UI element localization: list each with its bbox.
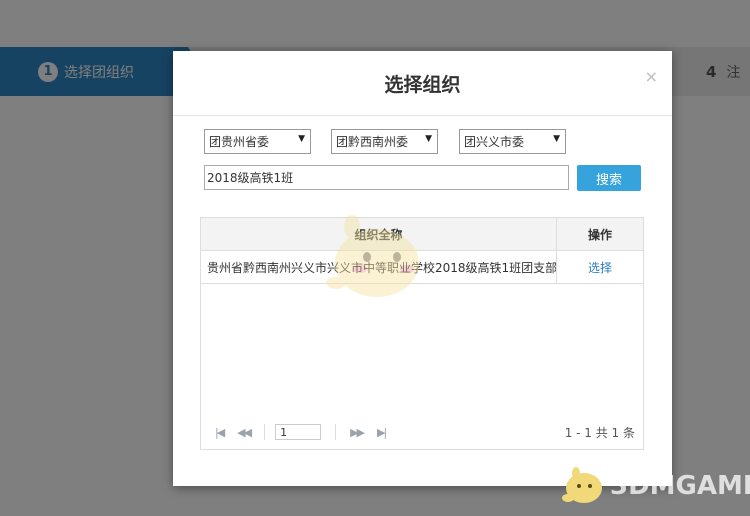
pager-divider [264, 424, 266, 440]
province-select-value: 团贵州省委 [209, 135, 270, 149]
mascot-logo-icon [562, 467, 602, 503]
search-button[interactable]: 搜索 [577, 165, 641, 191]
select-link[interactable]: 选择 [557, 251, 643, 283]
prefecture-select[interactable]: 团黔西南州委 ▼ [331, 129, 438, 154]
dialog-title: 选择组织 [384, 73, 461, 96]
close-icon[interactable]: × [645, 67, 658, 86]
province-select[interactable]: 团贵州省委 ▼ [204, 129, 311, 154]
dialog-header: 选择组织 × [173, 51, 672, 116]
page-number-input[interactable]: 1 [275, 424, 322, 440]
city-select-value: 团兴义市委 [464, 135, 525, 149]
pager-record-info: 1 - 1 共 1 条 [564, 426, 635, 440]
column-header-action: 操作 [587, 227, 612, 242]
pagination-bar: |◀ ◀◀ 1 ▶▶ ▶| 1 - 1 共 1 条 [201, 415, 643, 449]
first-page-icon[interactable]: |◀ [215, 426, 225, 439]
next-page-icon[interactable]: ▶▶ [350, 426, 365, 439]
city-select[interactable]: 团兴义市委 ▼ [459, 129, 566, 154]
watermark-text: 3DMGAME [610, 471, 750, 501]
mascot-watermark-icon [326, 215, 419, 297]
prefecture-select-value: 团黔西南州委 [336, 135, 409, 149]
prev-page-icon[interactable]: ◀◀ [237, 426, 252, 439]
dropdown-arrow-icon: ▼ [425, 134, 432, 144]
pager-divider [335, 424, 337, 440]
last-page-icon[interactable]: ▶| [377, 426, 387, 439]
watermark-logo: 3DMGAME [560, 466, 750, 506]
dropdown-arrow-icon: ▼ [553, 134, 560, 144]
dropdown-arrow-icon: ▼ [298, 134, 305, 144]
org-search-input[interactable]: 2018级高铁1班 [204, 165, 569, 190]
